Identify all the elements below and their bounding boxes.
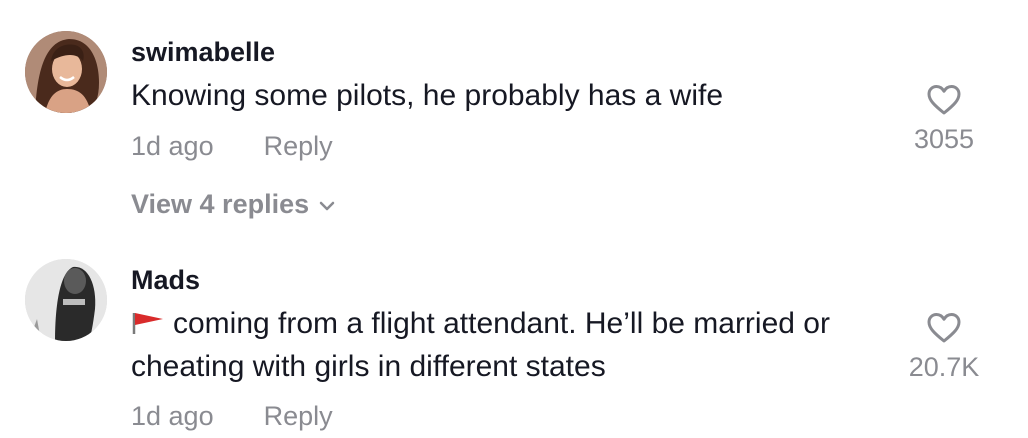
- avatar[interactable]: [25, 259, 107, 341]
- like-area: 20.7K: [884, 312, 1004, 383]
- comment-text: Knowing some pilots, he probably has a w…: [131, 75, 891, 116]
- reply-button[interactable]: Reply: [264, 401, 333, 431]
- view-replies-label: View 4 replies: [131, 189, 310, 219]
- comment-timestamp: 1d ago: [131, 131, 214, 161]
- comment-text-content: Knowing some pilots, he probably has a w…: [131, 79, 724, 112]
- comment-meta: 1d ago Reply: [131, 131, 333, 162]
- view-replies-button[interactable]: View 4 replies: [131, 187, 335, 220]
- heart-icon[interactable]: [926, 312, 962, 344]
- avatar[interactable]: [25, 31, 107, 113]
- like-area: 3055: [884, 84, 1004, 155]
- comment-username[interactable]: Mads: [131, 265, 200, 296]
- reply-button[interactable]: Reply: [264, 131, 333, 161]
- comment-username[interactable]: swimabelle: [131, 37, 275, 68]
- like-count: 20.7K: [908, 352, 980, 382]
- comment-text: coming from a flight attendant. He’ll be…: [131, 303, 891, 387]
- heart-icon[interactable]: [926, 84, 962, 116]
- comment-timestamp: 1d ago: [131, 401, 214, 431]
- like-count: 3055: [913, 124, 975, 154]
- red-flag-icon: [131, 305, 165, 346]
- chevron-down-icon: [319, 187, 335, 218]
- comment-meta: 1d ago Reply: [131, 401, 333, 432]
- comment-text-content: coming from a flight attendant. He’ll be…: [131, 307, 830, 383]
